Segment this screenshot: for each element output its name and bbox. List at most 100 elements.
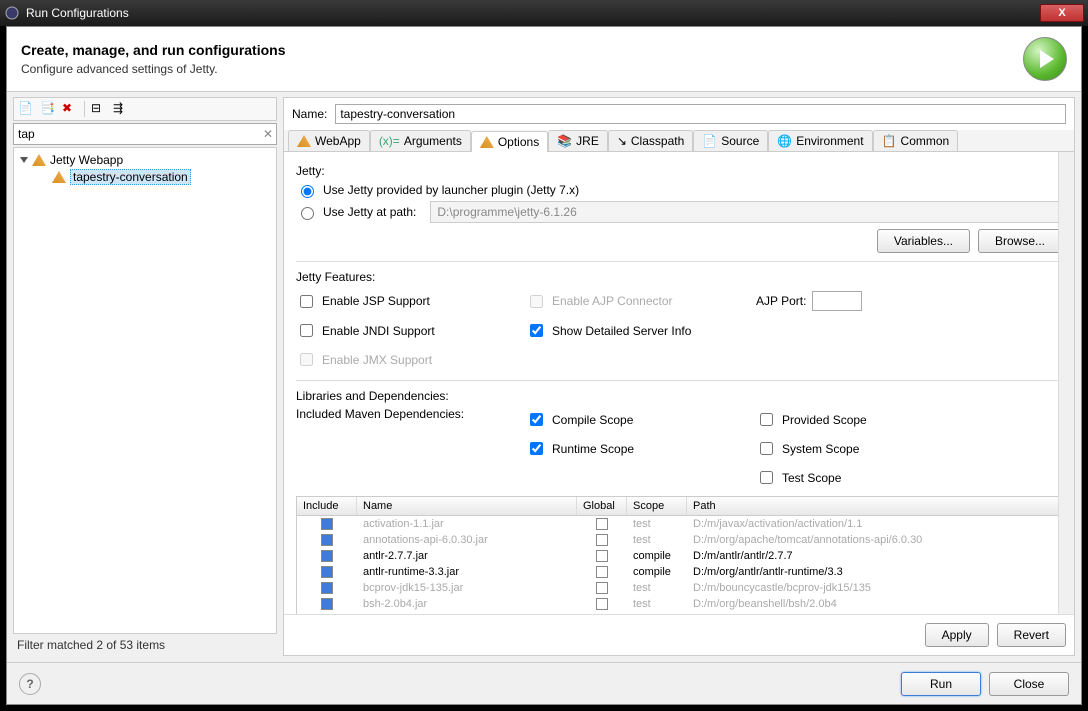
- cell-scope: test: [627, 516, 687, 532]
- jetty-icon: [297, 135, 311, 147]
- chk-provided[interactable]: [760, 413, 773, 426]
- radio-path-label: Use Jetty at path:: [323, 205, 416, 219]
- tab-arguments[interactable]: (x)=Arguments: [370, 130, 471, 151]
- table-row[interactable]: antlr-runtime-3.3.jarcompileD:/m/org/ant…: [297, 564, 1061, 580]
- radio-path[interactable]: [301, 207, 314, 220]
- sidebar-toolbar: 📄 📑 ✖ ⊟ ⇶: [13, 97, 277, 121]
- global-checkbox[interactable]: [596, 582, 608, 594]
- cell-name: bsh-2.0b4.jar: [357, 596, 577, 612]
- include-checkbox[interactable]: [321, 566, 333, 578]
- cell-scope: test: [627, 596, 687, 612]
- chk-runtime[interactable]: [530, 442, 543, 455]
- cell-scope: compile: [627, 564, 687, 580]
- global-checkbox[interactable]: [596, 534, 608, 546]
- chk-jndi[interactable]: [300, 324, 313, 337]
- chk-compile[interactable]: [530, 413, 543, 426]
- tab-webapp[interactable]: WebApp: [288, 130, 370, 151]
- tree-parent[interactable]: Jetty Webapp: [18, 152, 272, 168]
- chk-jsp[interactable]: [300, 295, 313, 308]
- radio-bundled-label: Use Jetty provided by launcher plugin (J…: [323, 183, 579, 197]
- tree-child-label: tapestry-conversation: [70, 169, 191, 185]
- dialog-header: Create, manage, and run configurations C…: [7, 27, 1081, 92]
- close-button[interactable]: Close: [989, 672, 1069, 696]
- help-icon[interactable]: ?: [19, 673, 41, 695]
- tab-common[interactable]: 📋Common: [873, 130, 959, 151]
- chk-jmx: [300, 353, 313, 366]
- name-input[interactable]: [335, 104, 1066, 124]
- window-close-button[interactable]: X: [1040, 4, 1084, 22]
- tab-options[interactable]: Options: [471, 131, 548, 152]
- cell-name: activation-1.1.jar: [357, 516, 577, 532]
- tab-content: Jetty: Use Jetty provided by launcher pl…: [284, 152, 1074, 614]
- deps-table: Include Name Global Scope Path activatio…: [296, 496, 1062, 614]
- collapse-icon[interactable]: ⊟: [91, 101, 107, 117]
- table-row[interactable]: bsh-2.0b4.jartestD:/m/org/beanshell/bsh/…: [297, 596, 1061, 612]
- run-button[interactable]: Run: [901, 672, 981, 696]
- table-header: Include Name Global Scope Path: [297, 497, 1061, 516]
- new-icon[interactable]: 📄: [18, 101, 34, 117]
- header-subtitle: Configure advanced settings of Jetty.: [21, 62, 1023, 76]
- maven-label: Included Maven Dependencies:: [296, 407, 516, 432]
- delete-icon[interactable]: ✖: [62, 101, 78, 117]
- tab-source[interactable]: 📄Source: [693, 130, 768, 151]
- features-label: Jetty Features:: [296, 270, 1062, 284]
- cell-path: D:/m/org/antlr/antlr-runtime/3.3: [687, 564, 1061, 580]
- table-row[interactable]: antlr-2.7.7.jarcompileD:/m/antlr/antlr/2…: [297, 548, 1061, 564]
- include-checkbox[interactable]: [321, 582, 333, 594]
- variables-button[interactable]: Variables...: [877, 229, 970, 253]
- filter-box: ✕: [13, 123, 277, 145]
- table-row[interactable]: annotations-api-6.0.30.jar testD:/m/org/a…: [297, 532, 1061, 548]
- chk-test[interactable]: [760, 471, 773, 484]
- global-checkbox[interactable]: [596, 550, 608, 562]
- table-row[interactable]: bcprov-jdk15-135.jartestD:/m/bouncycastl…: [297, 580, 1061, 596]
- table-row[interactable]: activation-1.1.jar testD:/m/javax/activat…: [297, 516, 1061, 532]
- cell-scope: compile: [627, 548, 687, 564]
- window-title: Run Configurations: [26, 6, 129, 20]
- cell-path: D:/m/bouncycastle/bcprov-jdk15/135: [687, 580, 1061, 596]
- libs-label: Libraries and Dependencies:: [296, 389, 1062, 403]
- chk-ajp: [530, 295, 543, 308]
- chk-detail[interactable]: [530, 324, 543, 337]
- cell-path: D:/m/antlr/antlr/2.7.7: [687, 548, 1061, 564]
- dialog-footer: ? Run Close: [7, 662, 1081, 704]
- tab-bar: WebApp (x)=Arguments Options 📚JRE ↘Class…: [284, 130, 1074, 152]
- cell-name: annotations-api-6.0.30.jar: [357, 532, 577, 548]
- tab-jre[interactable]: 📚JRE: [548, 130, 608, 151]
- chk-system[interactable]: [760, 442, 773, 455]
- browse-button[interactable]: Browse...: [978, 229, 1062, 253]
- expand-icon[interactable]: [20, 157, 28, 163]
- separator: [84, 101, 85, 117]
- tree-parent-label: Jetty Webapp: [50, 153, 123, 167]
- name-label: Name:: [292, 107, 327, 121]
- titlebar: Run Configurations X: [0, 0, 1088, 26]
- filter-input[interactable]: [13, 123, 277, 145]
- config-tree[interactable]: Jetty Webapp tapestry-conversation: [13, 147, 277, 634]
- cell-scope: test: [627, 532, 687, 548]
- run-icon: [1023, 37, 1067, 81]
- jetty-icon: [52, 171, 66, 183]
- duplicate-icon[interactable]: 📑: [40, 101, 56, 117]
- revert-button[interactable]: Revert: [997, 623, 1066, 647]
- clear-filter-icon[interactable]: ✕: [263, 127, 273, 141]
- scrollbar[interactable]: [1058, 152, 1074, 614]
- radio-bundled[interactable]: [301, 185, 314, 198]
- tab-environment[interactable]: 🌐Environment: [768, 130, 872, 151]
- ajp-port-input[interactable]: [812, 291, 862, 311]
- sidebar: 📄 📑 ✖ ⊟ ⇶ ✕ Jetty Webapp tapestr: [13, 97, 277, 656]
- global-checkbox[interactable]: [596, 566, 608, 578]
- tab-classpath[interactable]: ↘Classpath: [608, 130, 693, 151]
- eclipse-icon: [4, 5, 20, 21]
- global-checkbox[interactable]: [596, 598, 608, 610]
- include-checkbox[interactable]: [321, 550, 333, 562]
- include-checkbox[interactable]: [321, 598, 333, 610]
- filter-icon[interactable]: ⇶: [113, 101, 129, 117]
- cell-path: D:/m/org/apache/tomcat/annotations-api/6…: [687, 532, 1061, 548]
- jetty-path-input: [430, 201, 1062, 223]
- global-checkbox[interactable]: [596, 518, 608, 530]
- include-checkbox[interactable]: [321, 518, 333, 530]
- dialog: Create, manage, and run configurations C…: [6, 26, 1082, 705]
- apply-button[interactable]: Apply: [925, 623, 989, 647]
- tree-child[interactable]: tapestry-conversation: [50, 168, 272, 186]
- cell-path: D:/m/javax/activation/activation/1.1: [687, 516, 1061, 532]
- include-checkbox[interactable]: [321, 534, 333, 546]
